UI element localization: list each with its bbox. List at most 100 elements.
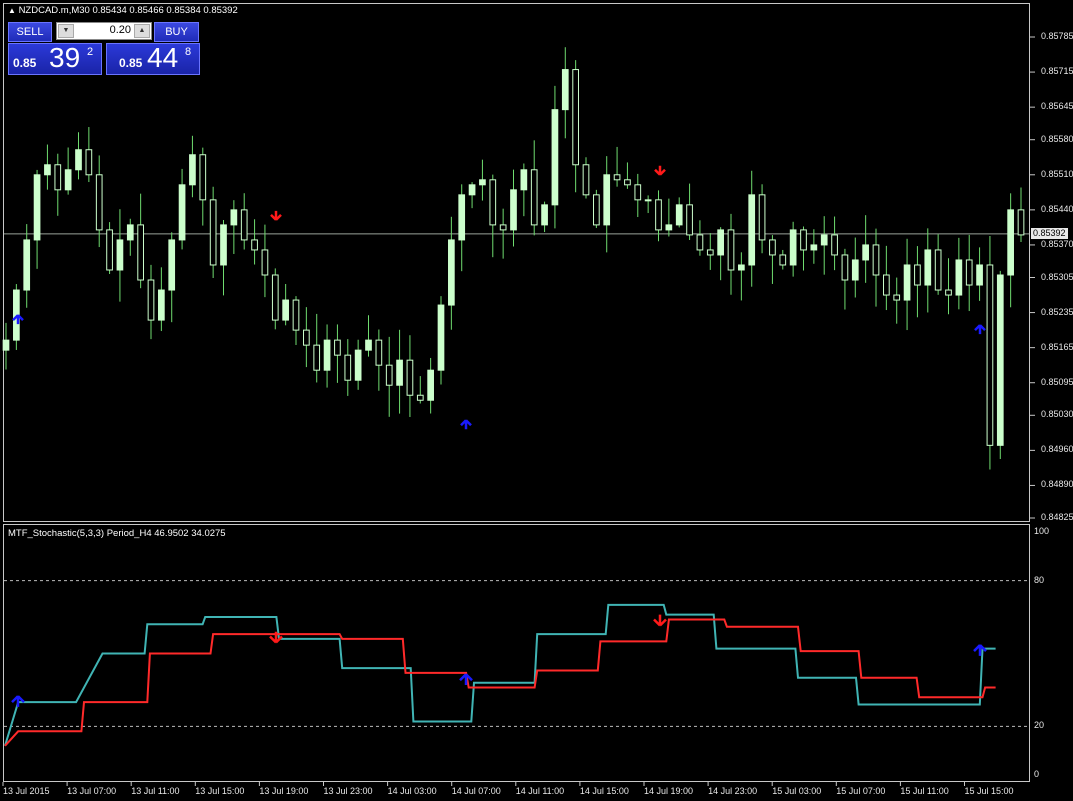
- time-tick-label: 15 Jul 07:00: [836, 786, 886, 796]
- candle-body: [334, 339, 341, 356]
- candle-body: [126, 224, 134, 241]
- candle-body: [137, 224, 144, 281]
- candle-body: [2, 339, 10, 351]
- candle-body: [893, 294, 901, 301]
- candle-body: [178, 184, 186, 241]
- candle-body: [23, 239, 31, 291]
- candle-body: [292, 299, 300, 331]
- indicator-tick-label: 20: [1034, 720, 1045, 731]
- price-tick-label: 0.85095: [1041, 376, 1073, 387]
- ask-price-big: 44: [147, 42, 179, 73]
- candle-body: [820, 234, 828, 246]
- candle-body: [499, 224, 507, 231]
- ask-price-button[interactable]: 0.85 44 8: [106, 42, 200, 75]
- time-tick-label: 14 Jul 15:00: [579, 786, 629, 796]
- candle-body: [75, 149, 82, 171]
- lot-size-value[interactable]: 0.20: [77, 24, 131, 36]
- candle-body: [199, 154, 207, 201]
- candle-body: [862, 244, 869, 261]
- candle-body: [323, 339, 331, 371]
- candle-body: [406, 359, 414, 396]
- candle-body: [603, 174, 611, 226]
- candle-body: [468, 184, 476, 196]
- candle-body: [769, 239, 776, 256]
- price-tick-label: 0.84825: [1041, 512, 1073, 522]
- candle-body: [189, 154, 196, 186]
- candle-body: [624, 179, 631, 186]
- candle-body: [365, 339, 372, 351]
- candle-body: [934, 249, 942, 291]
- candle-body: [727, 229, 735, 271]
- price-tick-label: 0.85305: [1041, 271, 1073, 282]
- candle-body: [883, 274, 890, 296]
- lot-increase-icon[interactable]: ▲: [134, 24, 150, 38]
- time-tick-label: 14 Jul 03:00: [387, 786, 437, 796]
- candle-body: [251, 239, 258, 251]
- candle-body: [924, 249, 932, 286]
- time-tick-label: 14 Jul 07:00: [451, 786, 501, 796]
- candle-body: [738, 264, 745, 271]
- candle-body: [385, 364, 393, 386]
- time-tick-label: 15 Jul 03:00: [772, 786, 822, 796]
- chart-canvas[interactable]: [0, 0, 1073, 801]
- sell-arrow-icon: [654, 165, 666, 176]
- candle-body: [561, 69, 569, 111]
- ask-price-pipette: 8: [185, 46, 192, 58]
- bid-price-button[interactable]: 0.85 39 2: [8, 42, 102, 75]
- candle-body: [489, 179, 497, 226]
- candle-body: [665, 224, 673, 231]
- candle-body: [427, 369, 434, 401]
- time-tick-label: 15 Jul 11:00: [900, 786, 949, 796]
- candle-body: [479, 179, 486, 186]
- indicator-tick-label: 100: [1034, 526, 1050, 536]
- candle-body: [85, 149, 93, 176]
- buy-arrow-icon: [460, 419, 472, 430]
- candle-body: [779, 254, 787, 266]
- candle-body: [613, 174, 621, 181]
- candle-body: [696, 234, 704, 251]
- time-tick-label: 13 Jul 23:00: [323, 786, 373, 796]
- candle-body: [748, 194, 756, 266]
- candle-body: [914, 264, 921, 286]
- sell-arrow-icon: [270, 210, 282, 221]
- candle-body: [209, 199, 217, 266]
- time-tick-label: 13 Jul 07:00: [67, 786, 117, 796]
- lot-size-input[interactable]: ▼ 0.20 ▲: [56, 22, 152, 40]
- candle-body: [758, 194, 766, 241]
- current-price-label: 0.85392: [1031, 227, 1068, 239]
- candle-body: [44, 164, 51, 176]
- price-tick-label: 0.84960: [1041, 444, 1073, 455]
- candle-body: [375, 339, 383, 366]
- candle-body: [965, 259, 973, 286]
- candle-body: [510, 189, 517, 231]
- candle-body: [147, 279, 155, 321]
- candle-body: [416, 394, 424, 401]
- buy-arrow-icon: [974, 324, 986, 335]
- candle-body: [344, 354, 352, 381]
- buy-arrow-icon: [973, 644, 987, 656]
- price-tick-label: 0.85645: [1041, 101, 1073, 112]
- candle-body: [396, 359, 403, 386]
- candle-body: [106, 229, 113, 271]
- candle-body: [354, 349, 362, 381]
- chart-symbol-line: NZDCAD.m,M30 0.85434 0.85466 0.85384 0.8…: [18, 5, 238, 16]
- price-tick-label: 0.85715: [1041, 66, 1073, 77]
- time-tick-label: 15 Jul 15:00: [964, 786, 1014, 796]
- candle-body: [851, 259, 859, 281]
- bid-price-big: 39: [49, 42, 81, 73]
- price-tick-label: 0.85235: [1041, 306, 1073, 317]
- sell-button[interactable]: SELL: [8, 22, 52, 42]
- indicator-tick-label: 0: [1034, 769, 1040, 779]
- candle-body: [220, 224, 227, 266]
- candle-body: [831, 234, 838, 256]
- candle-body: [955, 259, 963, 296]
- indicator-tick-label: 80: [1034, 574, 1045, 585]
- buy-button[interactable]: BUY: [154, 22, 199, 42]
- price-tick-label: 0.85370: [1041, 238, 1073, 249]
- candle-body: [448, 239, 455, 306]
- price-tick-label: 0.85030: [1041, 409, 1073, 420]
- lot-decrease-icon[interactable]: ▼: [58, 24, 74, 38]
- candle-body: [903, 264, 911, 301]
- buy-arrow-icon: [11, 695, 25, 707]
- candle-body: [717, 229, 724, 256]
